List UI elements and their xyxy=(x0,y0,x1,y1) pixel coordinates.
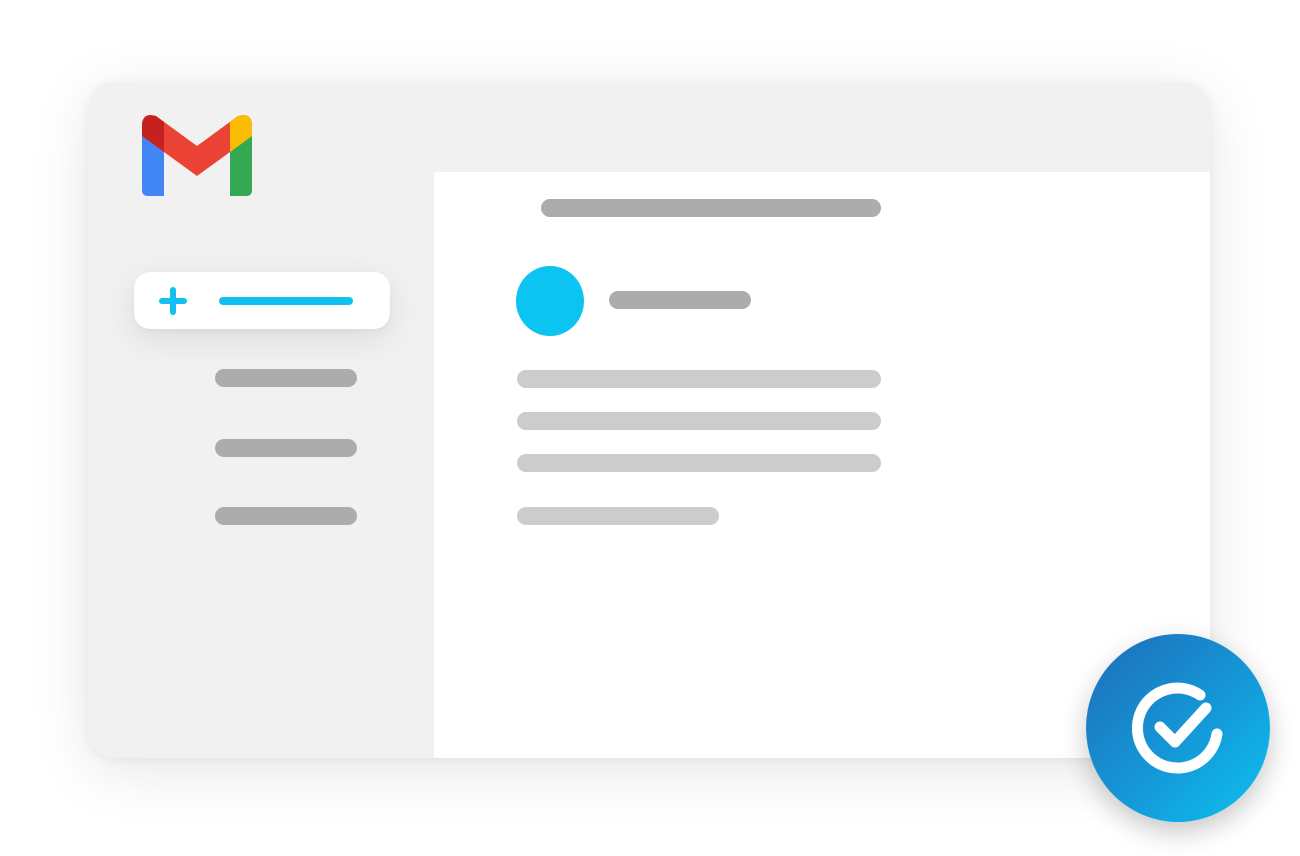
compose-button[interactable] xyxy=(134,272,390,329)
compose-label-placeholder xyxy=(219,297,353,305)
avatar[interactable] xyxy=(516,266,584,336)
mail-window xyxy=(88,82,1210,758)
body-line-placeholder-3 xyxy=(517,454,881,472)
sidebar-item-3[interactable] xyxy=(215,507,357,525)
email-view-panel xyxy=(434,172,1210,758)
body-line-placeholder-1 xyxy=(517,370,881,388)
sidebar-item-1[interactable] xyxy=(215,369,357,387)
body-line-placeholder-2 xyxy=(517,412,881,430)
body-line-placeholder-4 xyxy=(517,507,719,525)
check-badge xyxy=(1086,634,1270,822)
subject-placeholder xyxy=(541,199,881,217)
check-circle-icon xyxy=(1131,682,1223,774)
gmail-logo-icon xyxy=(142,115,252,196)
plus-icon xyxy=(159,287,187,315)
sidebar-item-2[interactable] xyxy=(215,439,357,457)
sender-name-placeholder xyxy=(609,291,751,309)
